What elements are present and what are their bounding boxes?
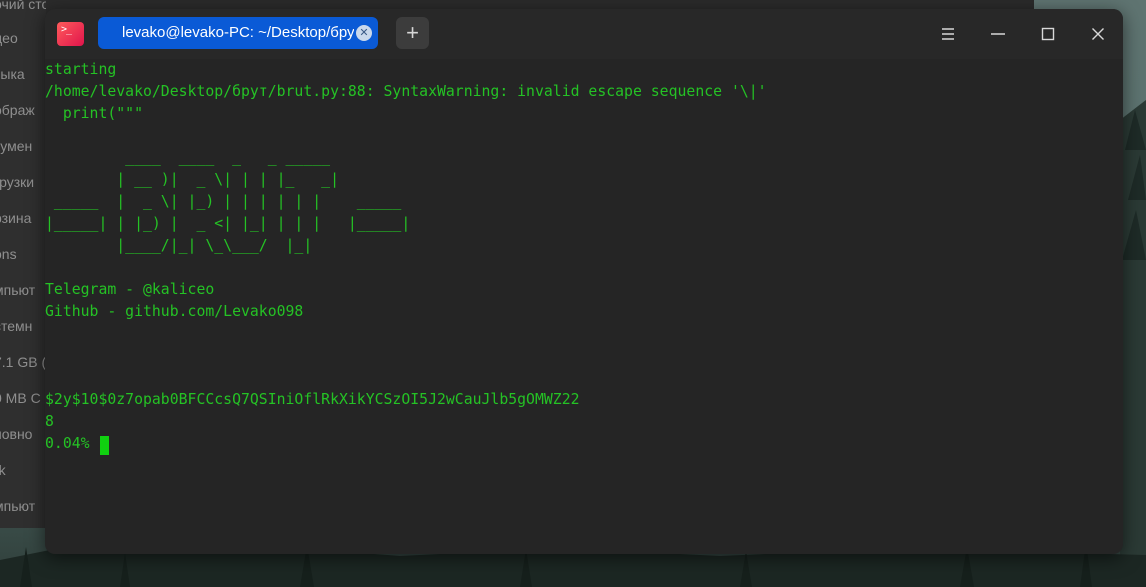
sidebar-item-computers[interactable]: мпьют <box>0 488 46 524</box>
sidebar-item-documents[interactable]: кумен <box>0 128 46 164</box>
sidebar-item-music[interactable]: зыка <box>0 56 46 92</box>
output-line: starting <box>45 61 117 78</box>
close-window-icon[interactable] <box>1086 22 1110 46</box>
tab-terminal-session[interactable]: levako@levako-PC: ~/Desktop/брут ✕ <box>98 17 378 49</box>
sidebar-item-desktop[interactable]: очий стол <box>0 0 46 22</box>
sidebar-item-videos[interactable]: део <box>0 20 46 56</box>
sidebar-item-volume-7gb[interactable]: 7.1 GB ( <box>0 344 46 380</box>
terminal-icon[interactable]: >_ <box>57 22 84 46</box>
output-line: /home/levako/Desktop/брут/brut.py:88: Sy… <box>45 83 767 100</box>
tab-title: levako@levako-PC: ~/Desktop/брут <box>122 24 354 41</box>
telegram-line: Telegram - @kaliceo <box>45 281 215 298</box>
sidebar-item-main[interactable]: новно <box>0 416 46 452</box>
hash-line: $2y$10$0z7opab0BFCCcsQ7QSIniOflRkXikYCSz… <box>45 391 580 408</box>
ascii-art-line: |____/|_| \_\___/ |_| <box>45 237 313 254</box>
ascii-art-line: ____ ____ _ _ _____ <box>45 149 331 166</box>
ascii-art-line: | __ )| _ \| | | |_ _| <box>45 171 339 188</box>
terminal-window: >_ levako@levako-PC: ~/Desktop/брут ✕ + … <box>45 9 1123 554</box>
file-manager-sidebar: очий стол део зыка ображ кумен грузки рз… <box>0 0 46 528</box>
sidebar-item-computer[interactable]: мпьют <box>0 272 46 308</box>
ascii-art-line: |_____| | |_) | _ <| |_| | | | |_____| <box>45 215 411 232</box>
output-line: print(""" <box>45 105 143 122</box>
terminal-cursor <box>100 436 109 455</box>
sidebar-item-pictures[interactable]: ображ <box>0 92 46 128</box>
minimize-icon[interactable] <box>986 22 1010 46</box>
progress-line: 0.04% <box>45 435 99 452</box>
menu-icon[interactable] <box>936 22 960 46</box>
ascii-art-line: _____ | _ \| |_) | | | | | | _____ <box>45 193 402 210</box>
sidebar-item-ons[interactable]: ons <box>0 236 46 272</box>
close-icon[interactable]: ✕ <box>356 25 372 41</box>
sidebar-item-trash[interactable]: рзина <box>0 200 46 236</box>
terminal-titlebar[interactable]: >_ levako@levako-PC: ~/Desktop/брут ✕ + <box>45 9 1123 59</box>
sidebar-item-system[interactable]: стемн <box>0 308 46 344</box>
maximize-icon[interactable] <box>1036 22 1060 46</box>
output-line: 8 <box>45 413 54 430</box>
sidebar-item-downloads[interactable]: грузки <box>0 164 46 200</box>
new-tab-button[interactable]: + <box>396 17 429 49</box>
terminal-output[interactable]: starting /home/levako/Desktop/брут/brut.… <box>45 59 1123 554</box>
sidebar-item-network[interactable]: rk <box>0 452 46 488</box>
github-line: Github - github.com/Levako098 <box>45 303 304 320</box>
sidebar-item-volume-mb[interactable]: 0 MB C <box>0 380 46 416</box>
